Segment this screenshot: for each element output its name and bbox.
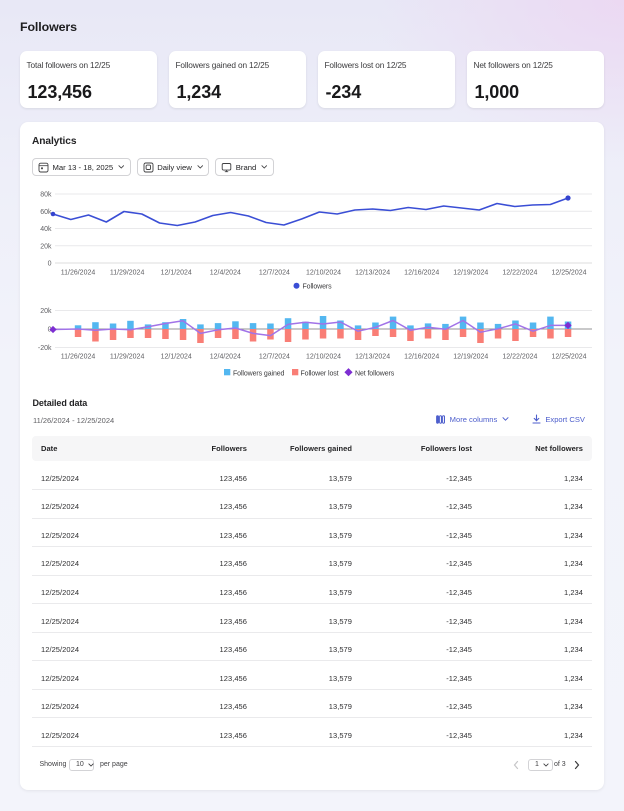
svg-text:11/29/2024: 11/29/2024 — [110, 354, 145, 361]
svg-text:11/26/2024: 11/26/2024 — [61, 270, 96, 277]
svg-text:12/16/2024: 12/16/2024 — [404, 354, 439, 361]
svg-text:-20k: -20k — [38, 345, 52, 352]
svg-text:12/10/2024: 12/10/2024 — [306, 270, 341, 277]
svg-text:12/13/2024: 12/13/2024 — [355, 354, 390, 361]
svg-text:11/26/2024: 11/26/2024 — [61, 354, 96, 361]
svg-text:Followers: Followers — [303, 284, 333, 291]
svg-text:Net followers: Net followers — [355, 370, 395, 377]
svg-text:Followers gained: Followers gained — [233, 370, 285, 377]
svg-text:20k: 20k — [40, 308, 52, 315]
svg-text:11/29/2024: 11/29/2024 — [110, 270, 145, 277]
svg-text:0: 0 — [48, 261, 52, 268]
svg-text:12/13/2024: 12/13/2024 — [355, 270, 390, 277]
svg-text:12/4/2024: 12/4/2024 — [210, 354, 241, 361]
svg-text:60k: 60k — [40, 209, 52, 216]
svg-text:12/19/2024: 12/19/2024 — [453, 270, 488, 277]
svg-text:12/7/2024: 12/7/2024 — [259, 354, 290, 361]
svg-text:40k: 40k — [40, 226, 52, 233]
svg-text:12/1/2024: 12/1/2024 — [161, 354, 192, 361]
svg-text:12/16/2024: 12/16/2024 — [404, 270, 439, 277]
svg-text:12/19/2024: 12/19/2024 — [453, 354, 488, 361]
svg-text:12/25/2024: 12/25/2024 — [551, 270, 586, 277]
svg-text:12/10/2024: 12/10/2024 — [306, 354, 341, 361]
svg-text:12/22/2024: 12/22/2024 — [502, 270, 537, 277]
svg-text:12/1/2024: 12/1/2024 — [161, 270, 192, 277]
svg-text:80k: 80k — [40, 192, 52, 199]
svg-text:20k: 20k — [40, 243, 52, 250]
svg-text:Follower lost: Follower lost — [301, 370, 339, 377]
svg-text:12/22/2024: 12/22/2024 — [502, 354, 537, 361]
svg-text:12/4/2024: 12/4/2024 — [210, 270, 241, 277]
svg-text:12/25/2024: 12/25/2024 — [551, 354, 586, 361]
svg-text:12/7/2024: 12/7/2024 — [259, 270, 290, 277]
